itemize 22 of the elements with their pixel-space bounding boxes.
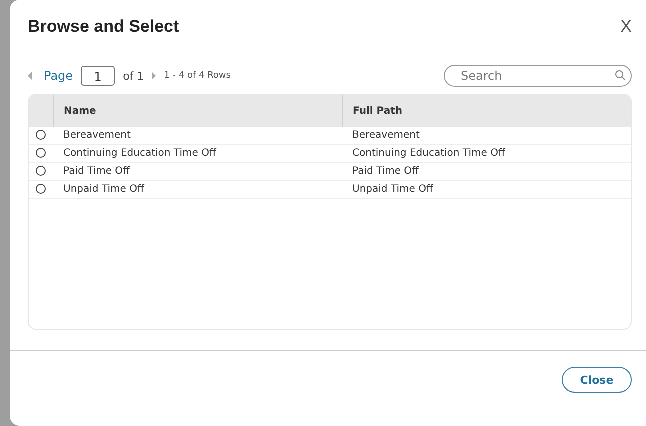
table-cell: Unpaid Time Off <box>54 180 342 198</box>
page-label: Page <box>44 69 74 83</box>
table-cell: Continuing Education Time Off <box>342 144 631 162</box>
radio-button[interactable] <box>36 130 46 140</box>
table-cell: Bereavement <box>54 127 342 144</box>
dialog-title: Browse and Select <box>28 17 180 37</box>
search-icon <box>615 70 626 81</box>
table-cell: Unpaid Time Off <box>342 180 631 198</box>
table-cell: Bereavement <box>342 127 631 144</box>
rows-count: 1 - 4 of 4 Rows <box>164 71 231 81</box>
page-field[interactable]: 1 <box>81 66 116 86</box>
radio-button[interactable] <box>36 148 46 158</box>
radio-button[interactable] <box>36 184 46 194</box>
table-cell: Continuing Education Time Off <box>54 144 342 162</box>
search-field[interactable]: Search <box>444 65 632 87</box>
close-button[interactable]: Close <box>562 367 632 393</box>
column-header: Full Path <box>342 95 631 127</box>
table-cell: Paid Time Off <box>342 162 631 180</box>
page-count: of 1 <box>123 70 144 82</box>
table-cell: Paid Time Off <box>54 162 342 180</box>
column-header: Name <box>54 95 342 127</box>
radio-button[interactable] <box>36 166 46 176</box>
